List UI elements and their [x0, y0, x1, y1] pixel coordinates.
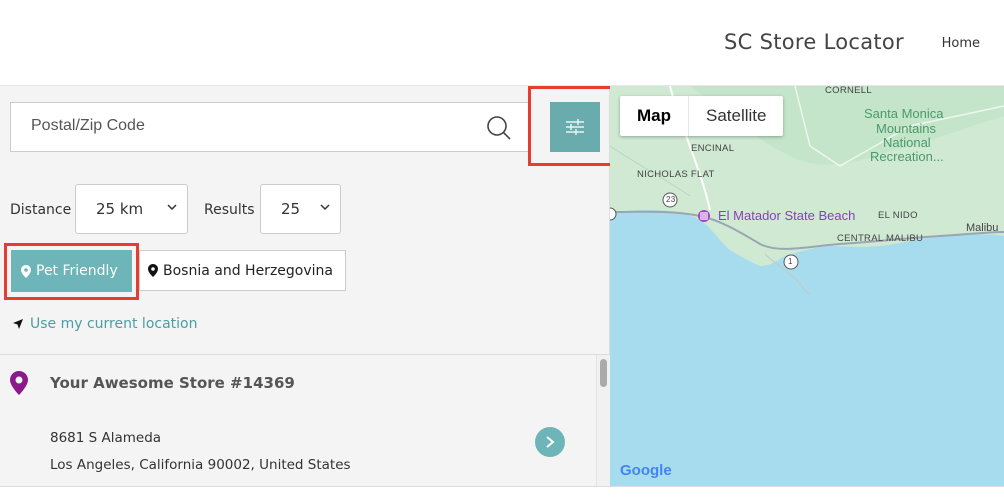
- top-header: SC Store Locator Home: [0, 0, 1004, 86]
- country-label: Bosnia and Herzegovina: [163, 262, 333, 279]
- scrollbar-thumb[interactable]: [600, 359, 607, 387]
- tab-map[interactable]: Map: [620, 96, 689, 136]
- pet-friendly-button[interactable]: Pet Friendly: [11, 250, 132, 292]
- store-address-line1: 8681 S Alameda: [50, 430, 162, 446]
- map-label-central-malibu: CENTRAL MALIBU: [837, 233, 924, 244]
- route-1-shield: 1: [788, 257, 793, 266]
- tab-satellite[interactable]: Satellite: [689, 96, 783, 136]
- map-background: [610, 86, 1004, 295]
- store-name: Your Awesome Store #14369: [50, 374, 295, 392]
- store-pin-icon: [10, 371, 28, 395]
- map-label-el-matador: El Matador State Beach: [718, 208, 856, 223]
- chevron-right-icon: [546, 436, 555, 448]
- results-select[interactable]: 25: [260, 184, 341, 234]
- sliders-icon: [566, 119, 584, 135]
- site-title: SC Store Locator: [724, 30, 904, 54]
- distance-label: Distance: [10, 202, 72, 218]
- results-label: Results: [204, 202, 255, 218]
- postal-code-input[interactable]: [31, 117, 471, 135]
- nav-home-link[interactable]: Home: [942, 36, 980, 51]
- map-marker-icon: [21, 264, 31, 278]
- map-marker-icon: [148, 264, 158, 277]
- distance-value: 25 km: [96, 200, 144, 218]
- store-address-line2: Los Angeles, California 90002, United St…: [50, 457, 351, 473]
- search-icon[interactable]: [486, 115, 512, 141]
- use-location-label: Use my current location: [30, 316, 198, 332]
- list-scrollbar[interactable]: [596, 355, 610, 487]
- map-view[interactable]: CORNELL Santa Monica Mountains National …: [610, 86, 1004, 486]
- store-list: Your Awesome Store #14369 8681 S Alameda…: [0, 354, 610, 487]
- map-label-recreation: Recreation...: [870, 149, 944, 164]
- locator-panel: Distance 25 km Results 25 Pet Friendly B…: [0, 86, 620, 487]
- use-current-location-link[interactable]: Use my current location: [12, 316, 197, 332]
- map-label-santa-monica: Santa Monica: [864, 106, 944, 121]
- results-value: 25: [281, 200, 301, 218]
- map-label-el-nido: EL NIDO: [878, 210, 918, 221]
- map-type-control: Map Satellite: [620, 96, 784, 136]
- location-arrow-icon: [13, 319, 23, 329]
- pet-friendly-label: Pet Friendly: [36, 263, 118, 279]
- map-label-malibu: Malibu: [966, 222, 999, 234]
- google-logo: Google: [620, 462, 672, 479]
- distance-select[interactable]: 25 km: [75, 184, 188, 234]
- store-details-button[interactable]: [535, 427, 565, 457]
- chevron-down-icon: [320, 204, 330, 211]
- country-button[interactable]: Bosnia and Herzegovina: [139, 250, 346, 291]
- map-label-encinal: ENCINAL: [691, 143, 735, 154]
- filter-toggle-button[interactable]: [550, 102, 600, 152]
- bottom-border: [0, 486, 1004, 498]
- map-label-nicholas-flat: NICHOLAS FLAT: [637, 169, 715, 180]
- chevron-down-icon: [167, 204, 177, 211]
- map-label-cornell: CORNELL: [825, 86, 872, 96]
- map-label-national: National: [883, 135, 931, 150]
- route-23-shield: 23: [666, 195, 676, 204]
- map-label-mountains: Mountains: [876, 121, 936, 136]
- postal-code-search[interactable]: [10, 102, 529, 152]
